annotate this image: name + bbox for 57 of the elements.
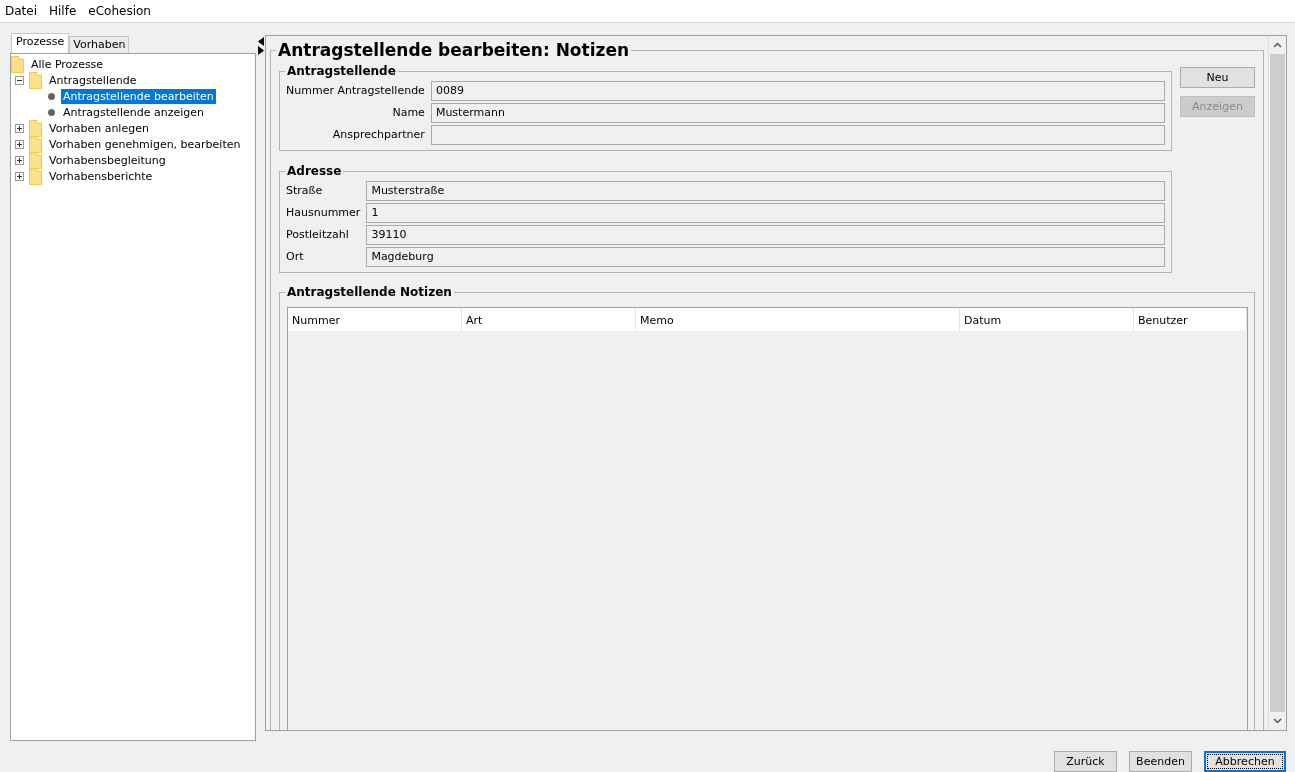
field-label: Name [391,105,425,121]
tree-item[interactable]: Alle Prozesse [29,56,106,72]
button[interactable]: Neu [1180,67,1255,88]
tree-item[interactable]: Antragstellende bearbeiten [61,88,216,104]
folder-icon [29,135,42,153]
scrollbar[interactable] [1268,36,1286,730]
tree-item[interactable]: Antragstellende anzeigen [61,104,206,120]
folder-icon [29,119,42,137]
expand-icon[interactable] [15,139,24,149]
tree-item[interactable]: Antragstellende [47,72,139,88]
folder-icon [29,151,42,169]
menu-item[interactable]: eCohesion [88,3,151,19]
tree-item[interactable]: Vorhabensbegleitung [47,152,168,168]
dot-icon [47,107,56,117]
button[interactable]: Zurück [1054,751,1117,772]
field-label: Postleitzahl [286,227,350,243]
scroll-down-icon[interactable] [1273,718,1282,724]
group-title: Antragstellende [285,64,398,78]
field-label: Straße [286,183,324,199]
text-field[interactable]: Mustermann [430,103,1165,123]
text-field[interactable]: Musterstraße [366,181,1165,201]
collapse-icon[interactable] [15,75,24,85]
folder-icon [11,55,24,73]
column-header[interactable]: Datum [960,308,1134,331]
button[interactable]: Abbrechen [1204,751,1286,772]
tree-item[interactable]: Vorhaben genehmigen, bearbeiten [47,136,243,152]
menu-item[interactable]: Datei [5,3,37,19]
group-title: Antragstellende Notizen [285,285,454,299]
page-title: Antragstellende bearbeiten: Notizen [276,39,632,61]
menu-item[interactable]: Hilfe [49,3,77,19]
button[interactable]: Beenden [1129,751,1192,772]
expand-icon[interactable] [15,171,24,181]
column-header[interactable]: Nummer [288,308,462,331]
tree-item[interactable]: Vorhaben anlegen [47,120,151,136]
column-header[interactable]: Memo [636,308,960,331]
folder-icon [29,167,42,185]
field-label: Ort [286,249,305,265]
scrollbar-thumb[interactable] [1270,54,1285,712]
field-label: Ansprechpartner [331,127,425,143]
expand-icon[interactable] [15,123,24,133]
tab[interactable]: Prozesse [11,33,70,53]
tab[interactable]: Vorhaben [69,36,130,53]
folder-icon [29,71,42,89]
text-field[interactable]: 1 [366,203,1165,223]
tree-item[interactable]: Vorhabensberichte [47,168,155,184]
expand-icon[interactable] [15,155,24,165]
dot-icon [47,91,56,101]
scroll-up-icon[interactable] [1273,42,1282,48]
group-title: Adresse [285,164,344,178]
column-header[interactable]: Benutzer [1134,308,1247,331]
field-label: Nummer Antragstellende [286,83,425,99]
column-header[interactable]: Art [462,308,636,331]
text-field[interactable]: Magdeburg [366,247,1165,267]
text-field[interactable] [430,125,1165,145]
text-field[interactable]: 0089 [430,81,1165,101]
field-label: Hausnummer [286,205,361,221]
text-field[interactable]: 39110 [366,225,1165,245]
